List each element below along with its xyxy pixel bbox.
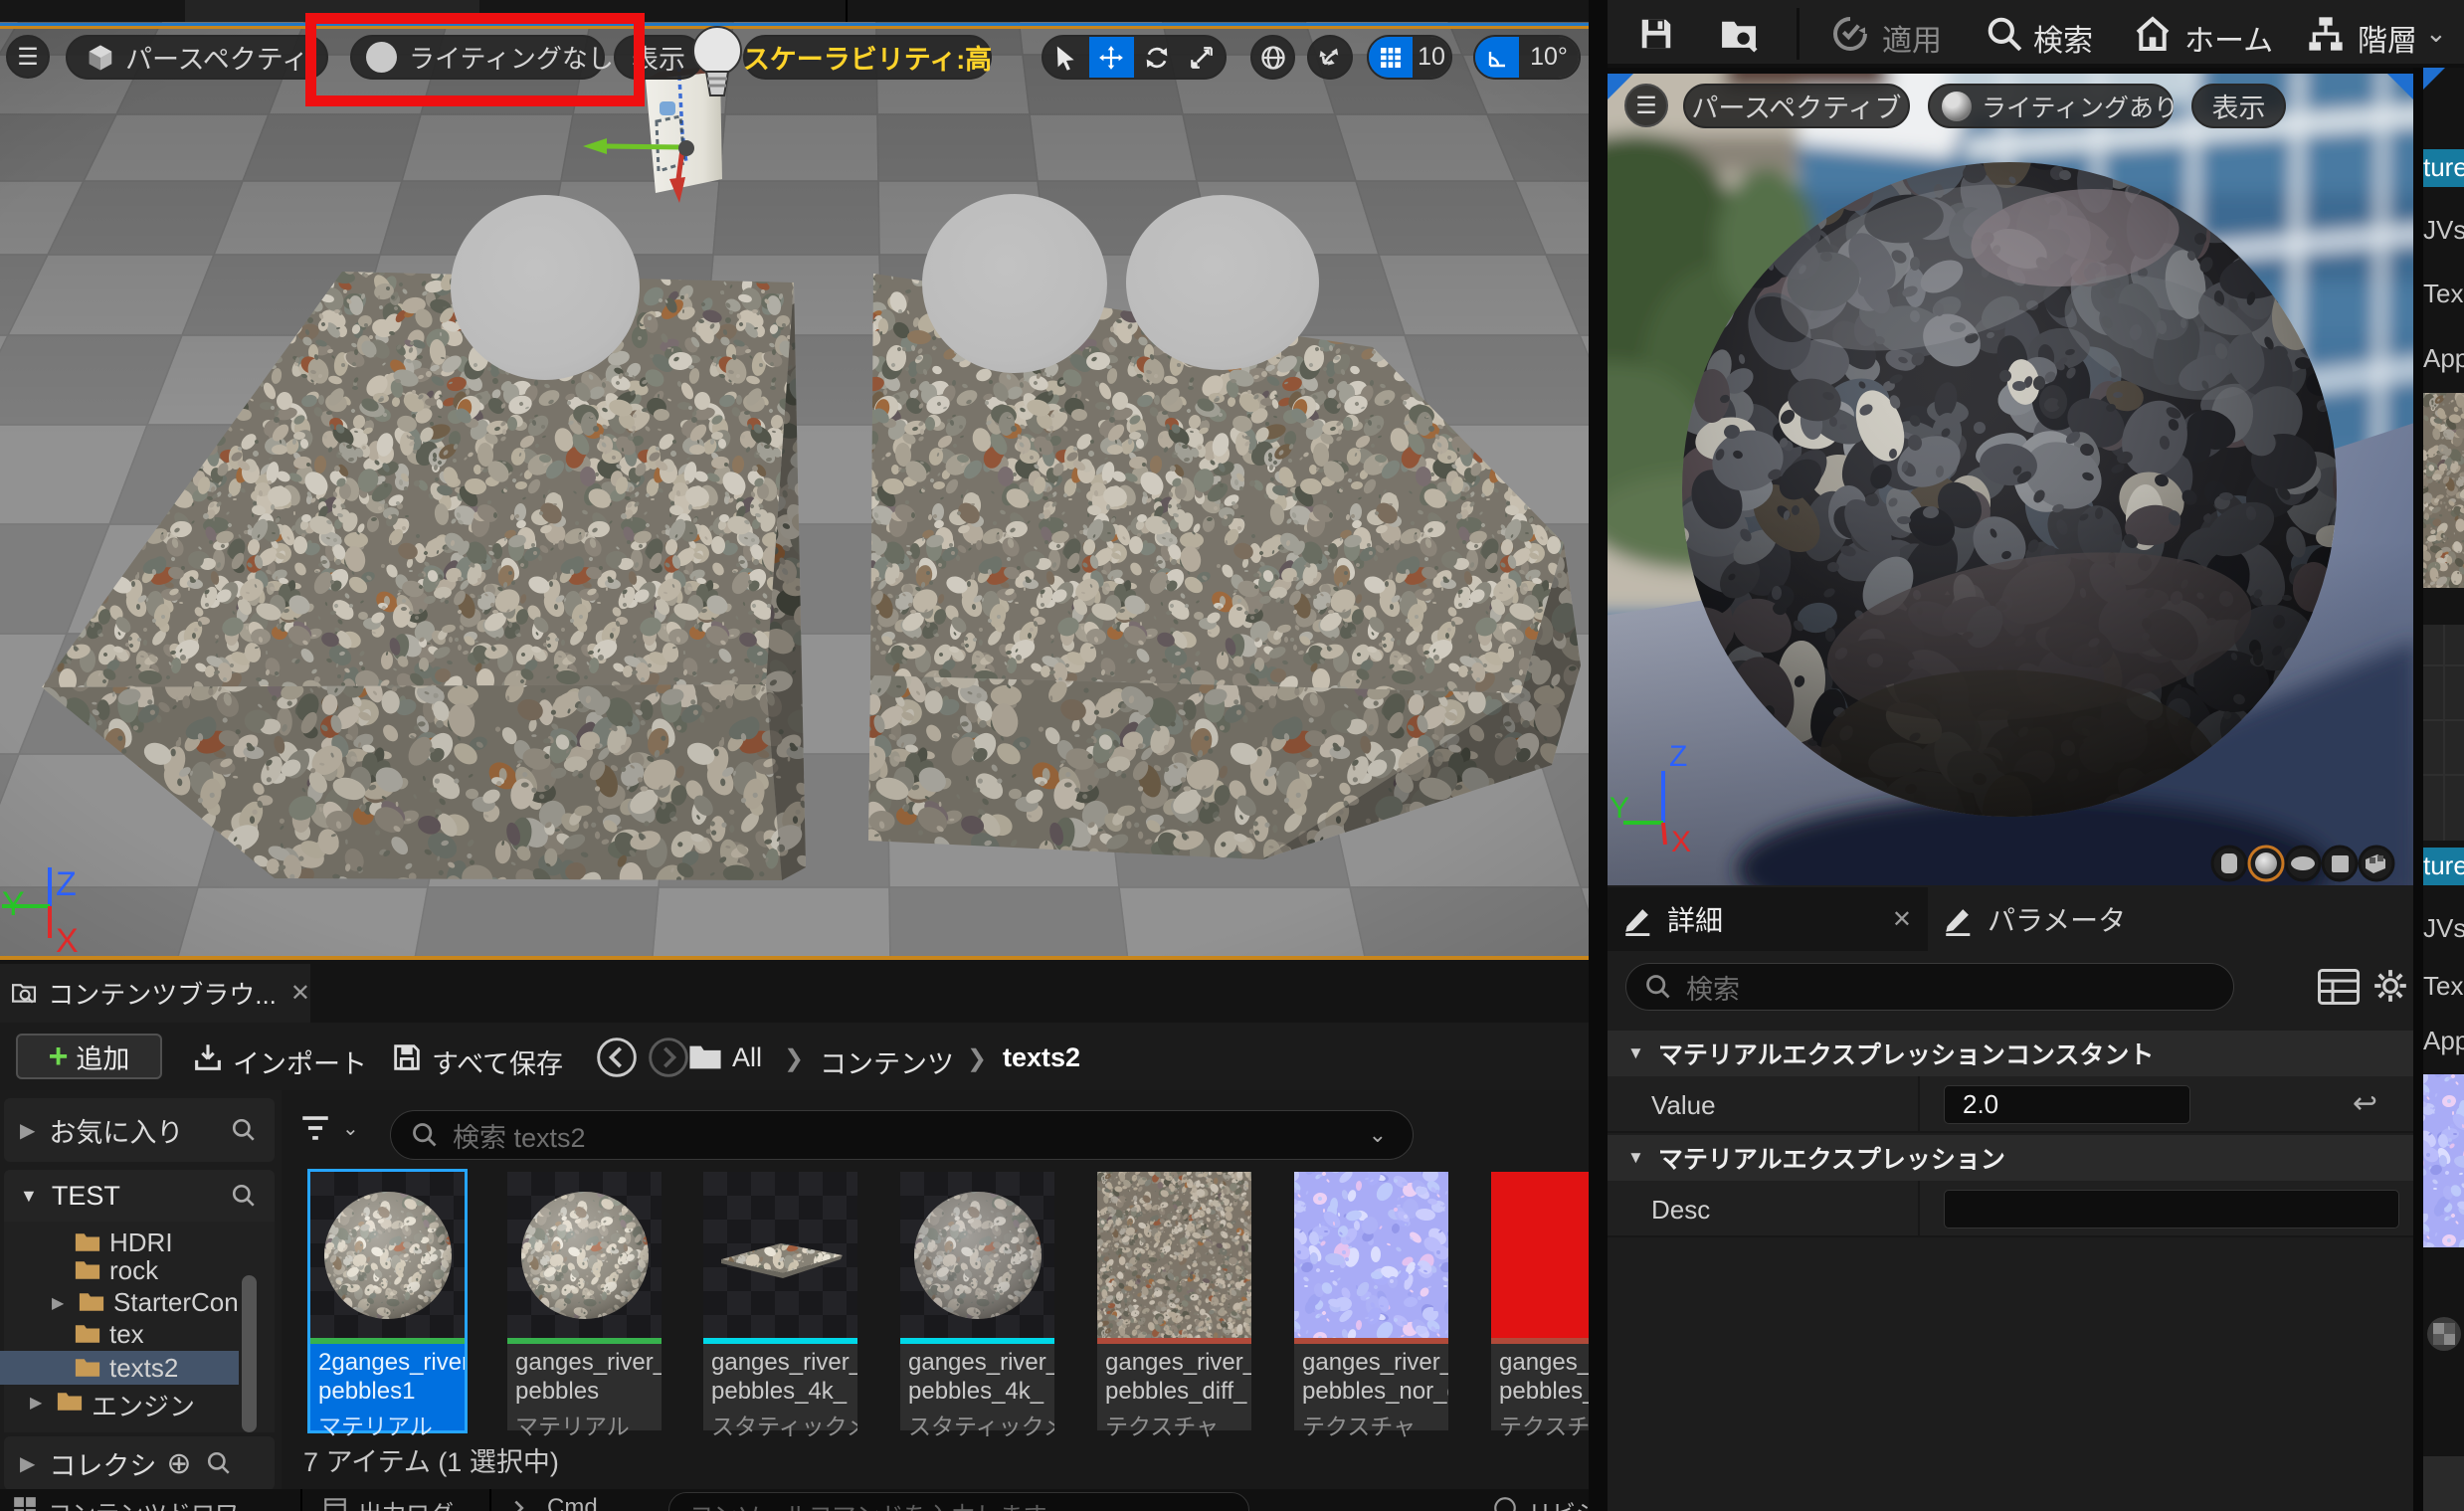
svg-text:Y: Y (2, 885, 25, 923)
svg-text:X: X (1671, 826, 1691, 858)
svg-text:Z: Z (56, 865, 77, 903)
svg-text:Y: Y (1610, 792, 1629, 825)
svg-text:Z: Z (1669, 740, 1687, 773)
svg-text:X: X (56, 922, 79, 956)
